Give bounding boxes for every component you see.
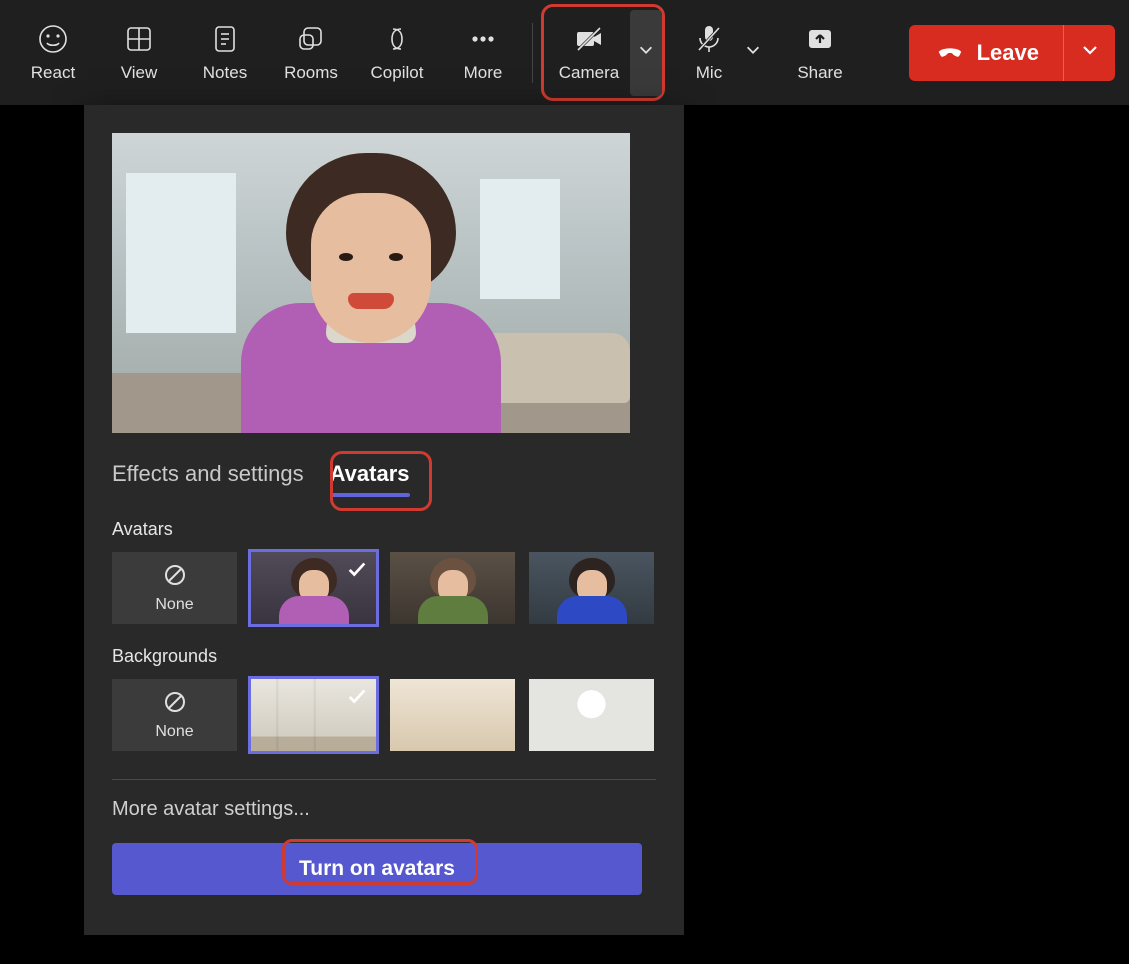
notes-label: Notes xyxy=(203,63,247,83)
camera-highlight-box: Camera xyxy=(541,4,665,101)
toolbar-left-group: React View Notes Rooms Copilot xyxy=(10,4,863,101)
leave-options-chevron[interactable] xyxy=(1063,25,1115,81)
mic-cluster: Mic xyxy=(679,10,767,96)
copilot-icon xyxy=(381,23,413,55)
meeting-toolbar: React View Notes Rooms Copilot xyxy=(0,0,1129,105)
share-label: Share xyxy=(797,63,842,83)
leave-button[interactable]: Leave xyxy=(909,25,1063,81)
copilot-label: Copilot xyxy=(371,63,424,83)
prohibit-icon xyxy=(163,690,187,719)
share-screen-icon xyxy=(804,23,836,55)
camera-options-chevron[interactable] xyxy=(630,10,662,96)
avatar-tile-none[interactable]: None xyxy=(112,552,237,624)
avatar-tiles: None xyxy=(112,552,656,624)
rooms-label: Rooms xyxy=(284,63,338,83)
notes-icon xyxy=(209,23,241,55)
turn-on-avatars-button[interactable]: Turn on avatars xyxy=(112,843,642,895)
avatar-tile-1[interactable] xyxy=(251,552,376,624)
avatar-preview xyxy=(112,133,630,433)
smile-icon xyxy=(37,23,69,55)
panel-tabs: Effects and settings Avatars xyxy=(112,461,656,497)
tab-effects-and-settings[interactable]: Effects and settings xyxy=(112,461,304,497)
background-tiles: None xyxy=(112,679,656,751)
background-tile-none[interactable]: None xyxy=(112,679,237,751)
avatar-figure xyxy=(241,153,501,433)
camera-settings-panel: Effects and settings Avatars Avatars Non… xyxy=(84,105,684,935)
rooms-button[interactable]: Rooms xyxy=(268,10,354,96)
mic-label: Mic xyxy=(696,63,722,83)
tab-avatars[interactable]: Avatars xyxy=(330,461,410,497)
background-tile-2[interactable] xyxy=(390,679,515,751)
mic-options-chevron[interactable] xyxy=(739,10,767,96)
notes-button[interactable]: Notes xyxy=(182,10,268,96)
avatar-tile-2[interactable] xyxy=(390,552,515,624)
none-label: None xyxy=(155,596,193,614)
leave-cluster: Leave xyxy=(909,25,1115,81)
camera-label: Camera xyxy=(559,63,619,83)
more-button[interactable]: More xyxy=(440,10,526,96)
avatars-section-label: Avatars xyxy=(112,519,656,540)
chevron-down-icon xyxy=(744,41,762,64)
backgrounds-section-label: Backgrounds xyxy=(112,646,656,667)
background-tile-3[interactable] xyxy=(529,679,654,751)
check-icon xyxy=(346,685,368,707)
panel-divider xyxy=(112,779,656,780)
more-avatar-settings-link[interactable]: More avatar settings... xyxy=(112,798,656,821)
react-label: React xyxy=(31,63,75,83)
camera-button[interactable]: Camera xyxy=(548,10,630,96)
copilot-button[interactable]: Copilot xyxy=(354,10,440,96)
view-button[interactable]: View xyxy=(96,10,182,96)
grid-icon xyxy=(123,23,155,55)
avatar-tile-3[interactable] xyxy=(529,552,654,624)
react-button[interactable]: React xyxy=(10,10,96,96)
prohibit-icon xyxy=(163,563,187,592)
view-label: View xyxy=(121,63,158,83)
toolbar-divider xyxy=(532,23,533,83)
more-icon xyxy=(467,23,499,55)
leave-label: Leave xyxy=(977,40,1039,66)
none-label: None xyxy=(155,723,193,741)
background-tile-1[interactable] xyxy=(251,679,376,751)
chevron-down-icon xyxy=(1080,40,1100,65)
mic-button[interactable]: Mic xyxy=(679,10,739,96)
mic-off-icon xyxy=(693,23,725,55)
rooms-icon xyxy=(295,23,327,55)
turn-on-avatars-label: Turn on avatars xyxy=(299,857,455,881)
check-icon xyxy=(346,558,368,580)
more-label: More xyxy=(464,63,503,83)
camera-off-icon xyxy=(573,23,605,55)
share-button[interactable]: Share xyxy=(777,10,863,96)
hangup-icon xyxy=(935,35,965,71)
chevron-down-icon xyxy=(637,41,655,64)
